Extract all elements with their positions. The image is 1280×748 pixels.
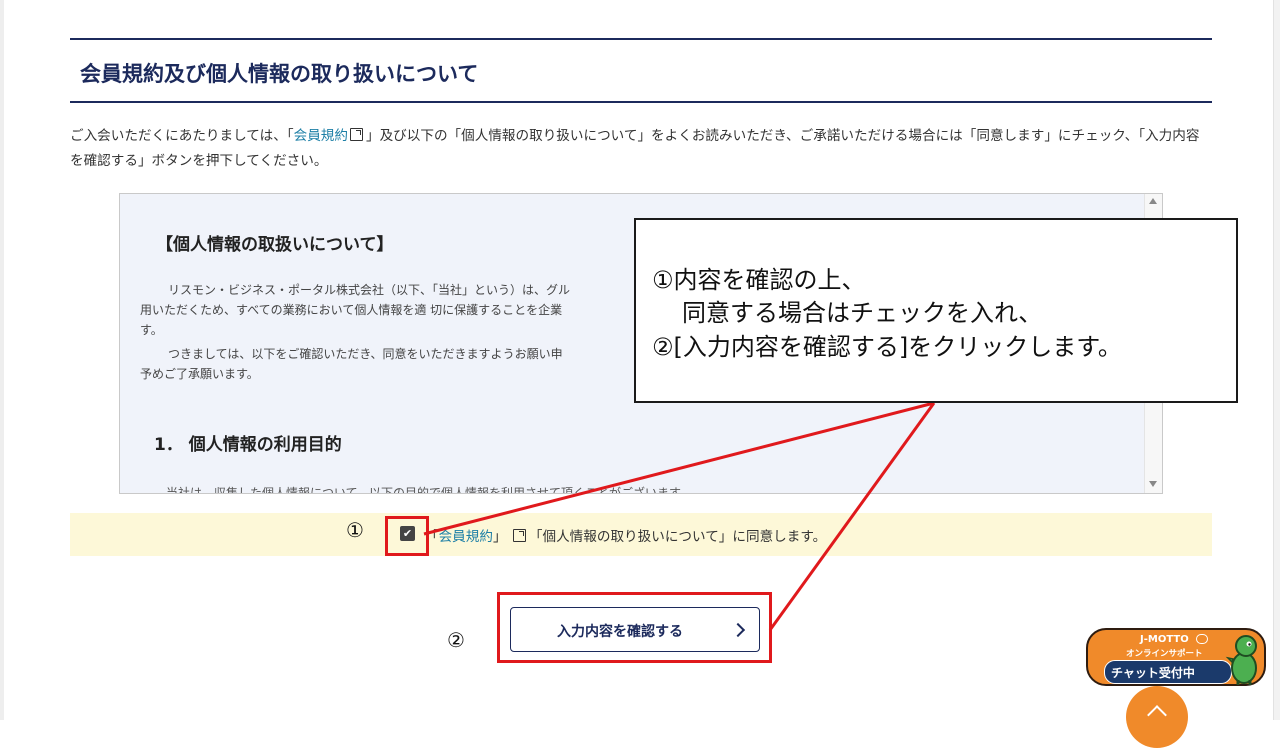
chat-support-widget[interactable]: J-MOTTO オンラインサポート チャット受付中 [1086, 628, 1266, 686]
connector-to-button [768, 402, 936, 631]
callout-line-2: 同意する場合はチェックを入れ、 [682, 299, 1043, 327]
chat-bubble-icon [1196, 634, 1208, 644]
instruction-callout: ①内容を確認の上、 同意する場合はチェックを入れ、 ②[入力内容を確認する]をク… [634, 218, 1238, 403]
dinosaur-mascot-icon [1225, 635, 1257, 685]
chat-subtitle: オンラインサポート [1126, 649, 1203, 659]
callout-line-1: ①内容を確認の上、 [652, 266, 866, 294]
chat-status-pill: チャット受付中 [1104, 660, 1232, 684]
chat-status: チャット受付中 [1111, 666, 1195, 680]
chevron-up-icon [1147, 705, 1167, 725]
scroll-to-top-button[interactable] [1126, 686, 1188, 748]
chat-brand: J-MOTTO [1140, 634, 1189, 645]
callout-line-3: ②[入力内容を確認する]をクリックします。 [652, 333, 1122, 361]
connector-to-checkbox [423, 401, 935, 536]
